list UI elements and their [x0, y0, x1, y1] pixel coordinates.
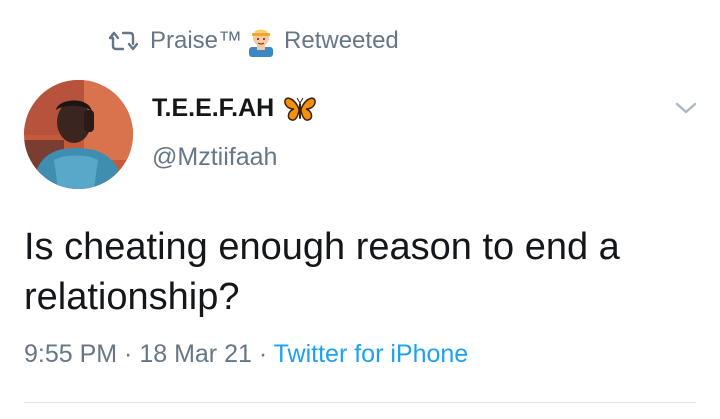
- meta-separator: ·: [117, 340, 140, 368]
- retweeted-label: Retweeted: [284, 27, 399, 54]
- retweeter-name[interactable]: Praise™: [150, 27, 242, 55]
- chevron-down-icon[interactable]: [674, 100, 698, 116]
- retweet-context: Praise™ Retweeted: [108, 24, 399, 58]
- profile-photo-image: [24, 80, 133, 189]
- meta-separator: ·: [251, 340, 274, 368]
- tweet-card[interactable]: Praise™ Retweeted T.E.E.F.AH @Mztiifaah …: [0, 0, 720, 419]
- tweet-text: Is cheating enough reason to end a relat…: [24, 226, 620, 318]
- butterfly-emoji-icon: [284, 96, 317, 121]
- author-name-row[interactable]: T.E.E.F.AH: [152, 94, 318, 123]
- man-technologist-emoji-icon: [249, 29, 274, 57]
- divider: [24, 402, 696, 403]
- author-display-name[interactable]: T.E.E.F.AH: [152, 94, 274, 123]
- tweet-source-link[interactable]: Twitter for iPhone: [274, 340, 469, 368]
- tweet-time[interactable]: 9:55 PM: [24, 340, 117, 368]
- avatar[interactable]: [24, 80, 133, 189]
- tweet-meta: 9:55 PM · 18 Mar 21 · Twitter for iPhone: [24, 340, 468, 369]
- retweet-icon: [108, 31, 138, 51]
- tweet-date[interactable]: 18 Mar 21: [139, 340, 252, 368]
- author-handle[interactable]: @Mztiifaah: [152, 143, 277, 172]
